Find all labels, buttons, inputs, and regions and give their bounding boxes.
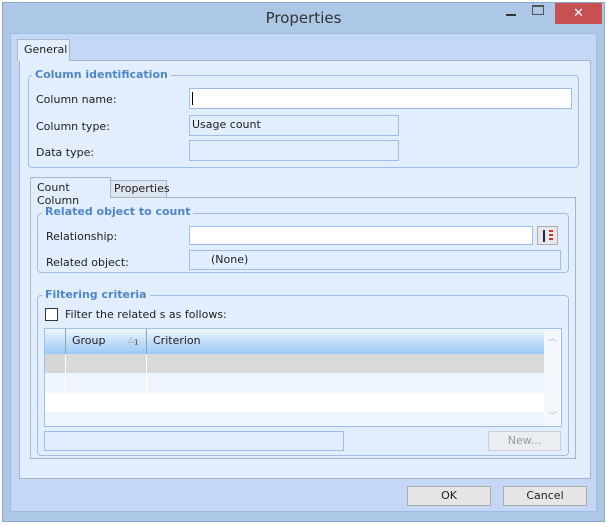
- related-object-value: (None): [211, 253, 249, 266]
- relationship-input[interactable]: [189, 226, 533, 245]
- maximize-button[interactable]: [532, 5, 544, 15]
- relationship-browse-button[interactable]: [537, 226, 558, 245]
- criteria-grid: Group △1 Criterion ︿ ﹀: [44, 328, 562, 427]
- minimize-button[interactable]: [506, 14, 516, 16]
- column-header-criterion[interactable]: Criterion: [147, 329, 207, 354]
- ok-button[interactable]: OK: [407, 486, 491, 506]
- related-object-label: Related object:: [46, 256, 129, 269]
- column-identification-title: Column identification: [32, 68, 171, 81]
- table-row[interactable]: [45, 373, 544, 393]
- related-object-field: (None): [189, 250, 561, 270]
- scroll-down-icon[interactable]: ﹀: [548, 409, 557, 422]
- tab-properties[interactable]: Properties: [110, 180, 170, 197]
- vertical-scrollbar[interactable]: ︿ ﹀: [544, 329, 561, 426]
- sort-ascending-icon: △1: [128, 335, 139, 347]
- column-type-field: Usage count: [189, 115, 399, 136]
- table-row[interactable]: [45, 393, 544, 412]
- criteria-expression-field: [44, 431, 344, 451]
- data-type-field: [189, 140, 399, 161]
- new-criterion-button[interactable]: New...: [488, 431, 561, 451]
- close-button[interactable]: ✕: [555, 3, 602, 24]
- tab-count-column[interactable]: Count Column: [30, 177, 111, 207]
- cancel-button[interactable]: Cancel: [503, 486, 587, 506]
- text-cursor: [192, 92, 193, 105]
- column-name-input[interactable]: [189, 88, 572, 109]
- cell-divider: [146, 354, 147, 412]
- data-type-label: Data type:: [36, 146, 95, 159]
- filtering-criteria-title: Filtering criteria: [42, 288, 150, 301]
- column-header-group[interactable]: Group △1: [66, 329, 146, 354]
- column-header-group-label: Group: [72, 334, 106, 347]
- table-row[interactable]: [45, 354, 544, 373]
- scroll-up-icon[interactable]: ︿: [548, 331, 557, 344]
- window-title: Properties: [265, 9, 342, 27]
- tab-general[interactable]: General: [17, 39, 70, 61]
- filter-checkbox-label[interactable]: Filter the related s as follows:: [65, 308, 227, 321]
- column-type-label: Column type:: [36, 120, 110, 133]
- relationship-label: Relationship:: [46, 230, 118, 243]
- sort-order: 1: [134, 338, 139, 347]
- filter-checkbox[interactable]: [45, 308, 58, 321]
- column-name-label: Column name:: [36, 93, 117, 106]
- tree-icon: [542, 230, 553, 242]
- cell-divider: [65, 354, 66, 412]
